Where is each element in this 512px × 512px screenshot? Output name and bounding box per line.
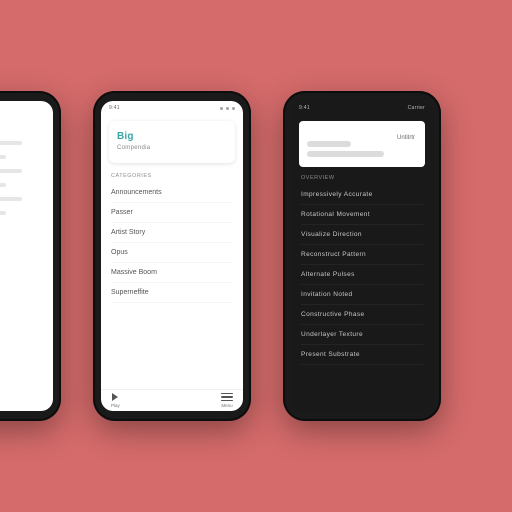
nav-menu-button[interactable]: Menu <box>221 393 233 409</box>
screen-light: 9:41 Big Compendia Categories Announceme… <box>101 101 243 411</box>
list-item[interactable]: Constructive Phase <box>301 305 423 325</box>
list-item[interactable]: Passer <box>111 203 233 223</box>
list-item[interactable]: Invitation Noted <box>301 285 423 305</box>
screen-dark: 9:41 Carrier Untitrtr Overview Impressiv… <box>291 101 433 411</box>
status-time: 9:41 <box>299 105 310 111</box>
battery-icon <box>232 107 235 110</box>
list-item[interactable]: Present Substrate <box>301 345 423 365</box>
wifi-icon <box>226 107 229 110</box>
screen-edge <box>0 101 53 411</box>
status-indicators <box>220 107 235 110</box>
list-item[interactable]: Impressively Accurate <box>301 185 423 205</box>
hero-subtitle: Compendia <box>117 145 227 151</box>
signal-icon <box>220 107 223 110</box>
play-icon <box>112 393 118 401</box>
list-item[interactable]: Alternate Pulses <box>301 265 423 285</box>
light-list: Categories Announcements Passer Artist S… <box>101 171 243 389</box>
dark-list: Overview Impressively Accurate Rotationa… <box>291 175 433 411</box>
mockup-stage: 9:41 Big Compendia Categories Announceme… <box>0 0 512 512</box>
list-item[interactable]: Opus <box>111 243 233 263</box>
edge-placeholder-lines <box>0 101 53 215</box>
status-time: 9:41 <box>109 105 120 111</box>
status-indicators: Carrier <box>408 105 425 111</box>
placeholder-line <box>307 151 384 157</box>
list-item[interactable]: Announcements <box>111 183 233 203</box>
bottom-nav: Play Menu <box>101 389 243 411</box>
list-item[interactable]: Artist Story <box>111 223 233 243</box>
section-label: Overview <box>301 175 423 185</box>
list-item[interactable]: Superneffite <box>111 283 233 303</box>
hero-card: Big Compendia <box>109 121 235 163</box>
hero-title: Big <box>117 131 227 142</box>
list-item[interactable]: Underlayer Texture <box>301 325 423 345</box>
phone-edge-left <box>0 91 61 421</box>
list-item[interactable]: Reconstruct Pattern <box>301 245 423 265</box>
dark-hero: Untitrtr <box>299 121 425 167</box>
list-item[interactable]: Visualize Direction <box>301 225 423 245</box>
section-label: Categories <box>111 171 233 183</box>
statusbar-light: 9:41 <box>101 101 243 115</box>
list-item[interactable]: Massive Boom <box>111 263 233 283</box>
status-carrier: Carrier <box>408 105 425 111</box>
phone-light: 9:41 Big Compendia Categories Announceme… <box>93 91 251 421</box>
menu-icon <box>221 393 233 402</box>
list-item[interactable]: Rotational Movement <box>301 205 423 225</box>
phone-dark: 9:41 Carrier Untitrtr Overview Impressiv… <box>283 91 441 421</box>
placeholder-line <box>307 141 351 147</box>
nav-play-button[interactable]: Play <box>111 393 120 408</box>
statusbar-dark: 9:41 Carrier <box>291 101 433 115</box>
